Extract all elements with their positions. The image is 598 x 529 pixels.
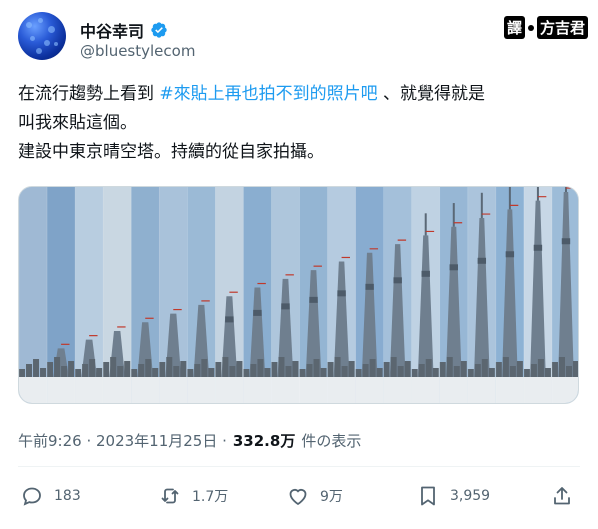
retweet-count: 1.7万 bbox=[192, 489, 229, 505]
like-count: 9万 bbox=[320, 489, 343, 505]
reply-icon bbox=[23, 487, 41, 506]
reply-button[interactable]: 183 bbox=[20, 484, 81, 508]
tweet-text-segment: 、就覺得就是 bbox=[377, 84, 486, 104]
tweet-meta: 午前9:26 · 2023年11月25日 · 332.8万 件の表示 bbox=[18, 430, 361, 451]
tweet-text-segment: 在流行趨勢上看到 bbox=[18, 84, 160, 104]
retweet-icon bbox=[161, 488, 179, 504]
translator-name: 方吉君 bbox=[536, 16, 588, 39]
translator-tag: 譯 方吉君 bbox=[503, 16, 588, 39]
action-bar: 183 1.7万 9万 3,959 bbox=[18, 484, 578, 514]
retweet-button[interactable]: 1.7万 bbox=[158, 484, 228, 508]
share-icon bbox=[554, 487, 570, 505]
view-count: 332.8万 bbox=[232, 432, 296, 450]
hashtag-link[interactable]: #來貼上再也拍不到的照片吧 bbox=[159, 84, 377, 104]
share-button[interactable] bbox=[550, 484, 574, 508]
bookmark-icon bbox=[421, 486, 435, 506]
skytree-construction-photo bbox=[19, 187, 578, 403]
view-label: 件の表示 bbox=[301, 432, 362, 450]
separator-dot-icon bbox=[527, 24, 534, 31]
translator-label: 譯 bbox=[503, 16, 525, 39]
bookmark-button[interactable]: 3,959 bbox=[416, 484, 490, 508]
avatar[interactable] bbox=[18, 12, 66, 60]
tweet-media-image[interactable] bbox=[18, 186, 579, 404]
bookmark-count: 3,959 bbox=[450, 488, 491, 504]
tweet-text: 在流行趨勢上看到 #來貼上再也拍不到的照片吧 、就覺得就是 叫我來貼這個。 建設… bbox=[18, 80, 578, 167]
tweet-line-1: 在流行趨勢上看到 #來貼上再也拍不到的照片吧 、就覺得就是 bbox=[18, 80, 578, 109]
tweet-header: 中谷幸司 @bluestylecom 譯 方吉君 bbox=[18, 10, 588, 66]
tweet-line-2: 叫我來貼這個。 bbox=[18, 113, 137, 133]
heart-icon bbox=[289, 488, 307, 506]
user-handle[interactable]: @bluestylecom bbox=[80, 42, 195, 60]
tweet-timestamp[interactable]: 午前9:26 · 2023年11月25日 · bbox=[18, 430, 227, 451]
like-button[interactable]: 9万 bbox=[286, 484, 343, 508]
display-name[interactable]: 中谷幸司 bbox=[80, 18, 144, 42]
divider bbox=[18, 466, 580, 467]
reply-count: 183 bbox=[54, 488, 81, 504]
tweet-line-3: 建設中東京晴空塔。持續的從自家拍攝。 bbox=[18, 142, 324, 162]
verified-badge-icon bbox=[151, 22, 167, 38]
name-row: 中谷幸司 bbox=[80, 18, 168, 42]
